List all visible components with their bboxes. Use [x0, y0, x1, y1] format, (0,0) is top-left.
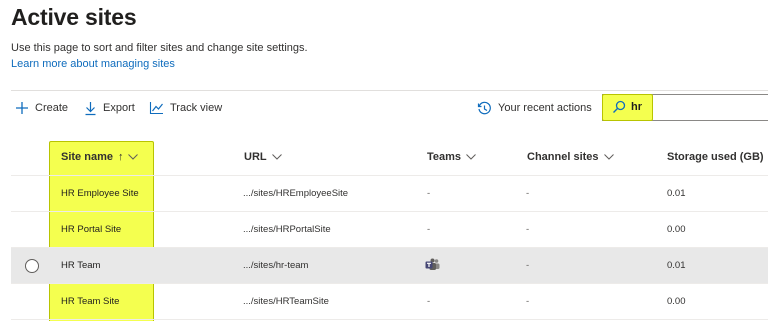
table-row[interactable]: HR Portal Site .../sites/HRPortalSite - …	[11, 212, 768, 248]
chevron-down-icon	[603, 154, 614, 160]
site-name-cell[interactable]: HR Team	[61, 260, 100, 271]
column-header-site-name[interactable]: Site name ↑	[61, 151, 139, 163]
track-view-label: Track view	[170, 102, 223, 114]
url-cell: .../sites/HREmployeeSite	[243, 188, 349, 199]
create-button[interactable]: Create	[15, 99, 68, 117]
chevron-down-icon	[466, 154, 476, 160]
storage-header-label: Storage used (GB)	[667, 151, 764, 163]
site-name-cell[interactable]: HR Employee Site	[61, 188, 139, 199]
search-icon	[613, 100, 626, 113]
teams-cell: -	[427, 296, 431, 307]
chevron-down-icon	[128, 154, 139, 160]
row-select-radio[interactable]	[25, 259, 39, 273]
export-button[interactable]: Export	[84, 99, 135, 117]
page-title: Active sites	[11, 4, 137, 30]
channel-sites-cell: -	[526, 296, 530, 307]
plus-icon	[16, 102, 28, 114]
url-cell: .../sites/HRPortalSite	[243, 224, 331, 235]
teams-cell: -	[427, 188, 431, 199]
channel-sites-cell: -	[526, 224, 530, 235]
channel-sites-cell: -	[526, 260, 530, 271]
history-icon	[477, 101, 491, 114]
table-row[interactable]: HR Team Site .../sites/HRTeamSite - - 0.…	[11, 284, 768, 320]
teams-header-label: Teams	[427, 151, 462, 163]
download-icon	[85, 101, 96, 115]
channel-sites-header-label: Channel sites	[527, 151, 599, 163]
column-header-channel-sites[interactable]: Channel sites	[527, 151, 614, 163]
table-row[interactable]: HR Team .../sites/hr-team - 0.01	[11, 248, 768, 284]
track-view-button[interactable]: Track view	[149, 99, 222, 117]
site-name-cell[interactable]: HR Team Site	[61, 296, 119, 307]
storage-cell: 0.00	[667, 296, 686, 307]
teams-cell: -	[427, 224, 431, 235]
site-name-cell[interactable]: HR Portal Site	[61, 224, 121, 235]
storage-cell: 0.01	[667, 188, 686, 199]
sort-ascending-icon: ↑	[117, 151, 124, 163]
url-cell: .../sites/hr-team	[243, 260, 309, 271]
column-header-url[interactable]: URL	[244, 151, 282, 163]
page-description: Use this page to sort and filter sites a…	[11, 42, 308, 54]
storage-cell: 0.01	[667, 260, 686, 271]
learn-more-link[interactable]: Learn more about managing sites	[11, 58, 175, 70]
url-header-label: URL	[244, 151, 267, 163]
table-row[interactable]: HR Employee Site .../sites/HREmployeeSit…	[11, 176, 768, 212]
recent-actions-label: Your recent actions	[498, 102, 592, 114]
storage-cell: 0.00	[667, 224, 686, 235]
create-label: Create	[35, 102, 69, 114]
chevron-down-icon	[271, 154, 282, 160]
export-label: Export	[103, 102, 135, 114]
search-input[interactable]	[631, 101, 751, 113]
url-cell: .../sites/HRTeamSite	[243, 296, 329, 307]
column-header-storage[interactable]: Storage used (GB)	[667, 151, 764, 163]
column-header-teams[interactable]: Teams	[427, 151, 476, 163]
line-chart-icon	[149, 102, 163, 115]
site-name-header-label: Site name	[61, 151, 113, 163]
toolbar-divider	[11, 90, 768, 91]
channel-sites-cell: -	[526, 188, 530, 199]
teams-icon	[425, 258, 440, 270]
recent-actions-button[interactable]: Your recent actions	[477, 99, 592, 117]
